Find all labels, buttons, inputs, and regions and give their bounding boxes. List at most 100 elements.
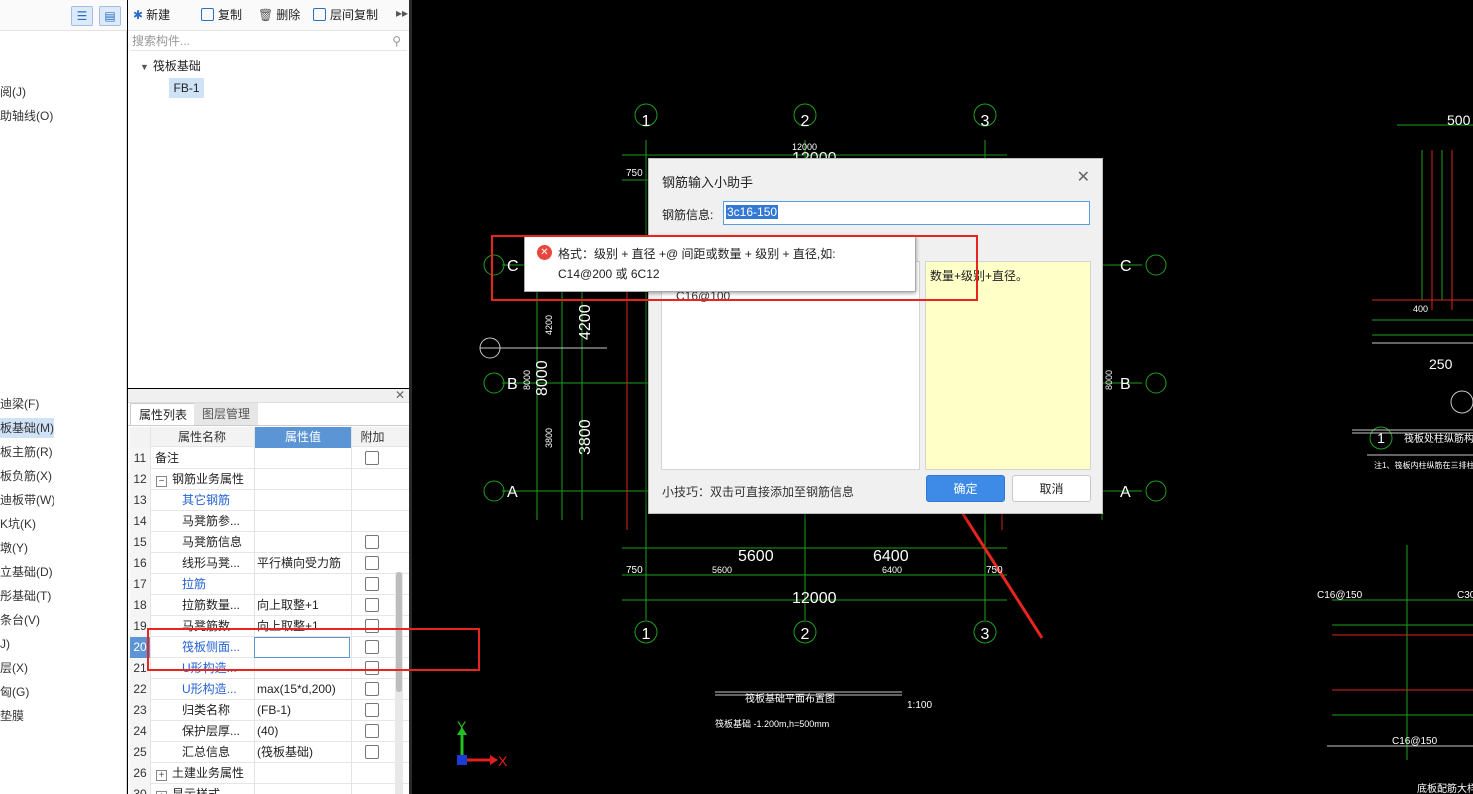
axis-label-bottom: 2 — [801, 626, 810, 643]
nav-item[interactable]: 迪梁(F) — [0, 394, 54, 414]
row-value[interactable] — [254, 532, 350, 553]
row-label: 线形马凳... — [182, 556, 241, 570]
delete-button[interactable]: 🗑 删除 — [258, 6, 300, 23]
tree-group[interactable]: ▼ 筏板基础 — [140, 57, 201, 74]
extra-checkbox[interactable] — [365, 745, 379, 759]
dim-8000-right: 8000 — [1104, 370, 1114, 390]
nav-item[interactable]: 立基础(D) — [0, 562, 54, 582]
collapse-icon[interactable]: − — [156, 476, 167, 487]
row-index: 18 — [130, 595, 151, 616]
row-name: − 钢筋业务属性 — [152, 469, 252, 490]
layer-copy-icon — [313, 8, 326, 21]
nav-topbar: ☰ ▤ — [0, 0, 127, 31]
dim-3800: 3800 — [577, 419, 594, 455]
scrollbar[interactable] — [395, 572, 403, 794]
nav-item[interactable]: K坑(K) — [0, 514, 54, 534]
nav-item[interactable]: 条台(V) — [0, 610, 54, 630]
row-label: 备注 — [155, 451, 180, 465]
row-name: 其它钢筋 — [152, 490, 252, 511]
row-value[interactable] — [254, 490, 350, 511]
tree-item-fb1[interactable]: FB-1 — [169, 78, 204, 98]
nav-item[interactable]: 迪板带(W) — [0, 490, 54, 510]
dim-6400-small: 6400 — [882, 565, 902, 575]
close-icon[interactable]: ✕ — [395, 388, 405, 402]
row-name: 归类名称 — [152, 700, 252, 721]
row-name: 马凳筋参... — [152, 511, 252, 532]
extra-checkbox[interactable] — [365, 451, 379, 465]
tree-view-icon[interactable]: ▤ — [99, 6, 121, 26]
nav-item[interactable]: 板负筋(X) — [0, 466, 54, 486]
list-view-icon[interactable]: ☰ — [71, 6, 93, 26]
expand-icon[interactable]: + — [156, 770, 167, 781]
header-extra: 附加 — [351, 427, 393, 448]
nav-item[interactable]: J) — [0, 634, 54, 654]
search-icon: ⚲ — [392, 34, 401, 48]
nav-item[interactable]: 层(X) — [0, 658, 54, 678]
row-label: 马凳筋信息 — [182, 535, 243, 549]
row-value[interactable]: 平行横向受力筋 — [254, 553, 350, 574]
nav-item[interactable]: 助轴线(O) — [0, 106, 54, 126]
axis-label-bottom: 1 — [642, 626, 651, 643]
tab-layer-manage[interactable]: 图层管理 — [194, 403, 259, 425]
row-value[interactable] — [254, 469, 350, 490]
header-index — [130, 427, 151, 448]
tab-attribute-list[interactable]: 属性列表 — [130, 403, 197, 425]
row-label: 归类名称 — [182, 703, 231, 717]
highlight-box-row20 — [147, 628, 480, 671]
dim-3800-small: 3800 — [544, 428, 554, 448]
plan-note: 筏板基础 -1.200m,h=500mm — [715, 718, 829, 729]
header-value: 属性值 — [254, 427, 351, 448]
row-label: 拉筋数量... — [182, 598, 241, 612]
rebar-info-input[interactable]: 3c16-150 — [723, 201, 1090, 225]
row-value[interactable] — [254, 574, 350, 595]
row-name: 马凳筋信息 — [152, 532, 252, 553]
nav-item[interactable]: 板基础(M) — [0, 418, 54, 438]
axis-label-right: B — [1120, 376, 1131, 393]
extra-checkbox[interactable] — [365, 682, 379, 696]
row-value[interactable]: (40) — [254, 721, 350, 742]
detail-note: 注1、筏板内柱纵筋在三排柱角筋,不得插筋。 — [1374, 460, 1473, 470]
nav-item[interactable]: 墩(Y) — [0, 538, 54, 558]
row-name: 线形马凳... — [152, 553, 252, 574]
ok-button[interactable]: 确定 — [926, 475, 1005, 502]
row-extra — [351, 490, 393, 511]
extra-checkbox[interactable] — [365, 598, 379, 612]
component-list-panel: ✱ 新建 复制 🗑 删除 层间复制 ▸▸ 搜索构件... ⚲ ▼ 筏板基础 FB-1 — [128, 0, 410, 388]
new-button[interactable]: ✱ 新建 — [133, 6, 170, 23]
extra-checkbox[interactable] — [365, 556, 379, 570]
nav-item[interactable]: 板主筋(R) — [0, 442, 54, 462]
nav-item[interactable]: 匈(G) — [0, 682, 54, 702]
extra-checkbox[interactable] — [365, 577, 379, 591]
close-icon[interactable]: ✕ — [1077, 170, 1090, 186]
layer-copy-button[interactable]: 层间复制 — [313, 6, 378, 23]
cancel-button[interactable]: 取消 — [1012, 475, 1091, 502]
row-value[interactable] — [254, 448, 350, 469]
row-value[interactable]: (筏板基础) — [254, 742, 350, 763]
extra-checkbox[interactable] — [365, 703, 379, 717]
nav-item[interactable]: 垫膜 — [0, 706, 54, 726]
row-value[interactable] — [254, 784, 350, 794]
extra-checkbox[interactable] — [365, 535, 379, 549]
tab-divider — [128, 425, 410, 426]
row-extra — [351, 784, 393, 794]
nav-item[interactable]: 彤基础(T) — [0, 586, 54, 606]
row-value[interactable]: 向上取整+1 — [254, 595, 350, 616]
axis-label-left: B — [507, 376, 518, 393]
row-name: 拉筋 — [152, 574, 252, 595]
component-toolbar: ✱ 新建 复制 🗑 删除 层间复制 ▸▸ — [128, 0, 410, 31]
axis-label-top: 3 — [981, 113, 990, 130]
row-value[interactable]: max(15*d,200) — [254, 679, 350, 700]
copy-button[interactable]: 复制 — [201, 6, 242, 23]
component-search-input[interactable]: 搜索构件... ⚲ — [131, 31, 407, 51]
more-icon[interactable]: ▸▸ — [396, 6, 408, 20]
row-label: 钢筋业务属性 — [172, 472, 245, 486]
row-value[interactable] — [254, 511, 350, 532]
row-name: +显示样式 — [152, 784, 252, 794]
row-value[interactable] — [254, 763, 350, 784]
extra-checkbox[interactable] — [365, 724, 379, 738]
row-name: 拉筋数量... — [152, 595, 252, 616]
nav-item[interactable]: 阅(J) — [0, 82, 54, 102]
dialog-title: 钢筋输入小助手 — [662, 175, 754, 190]
panel-header: ✕ — [128, 388, 410, 403]
row-value[interactable]: (FB-1) — [254, 700, 350, 721]
